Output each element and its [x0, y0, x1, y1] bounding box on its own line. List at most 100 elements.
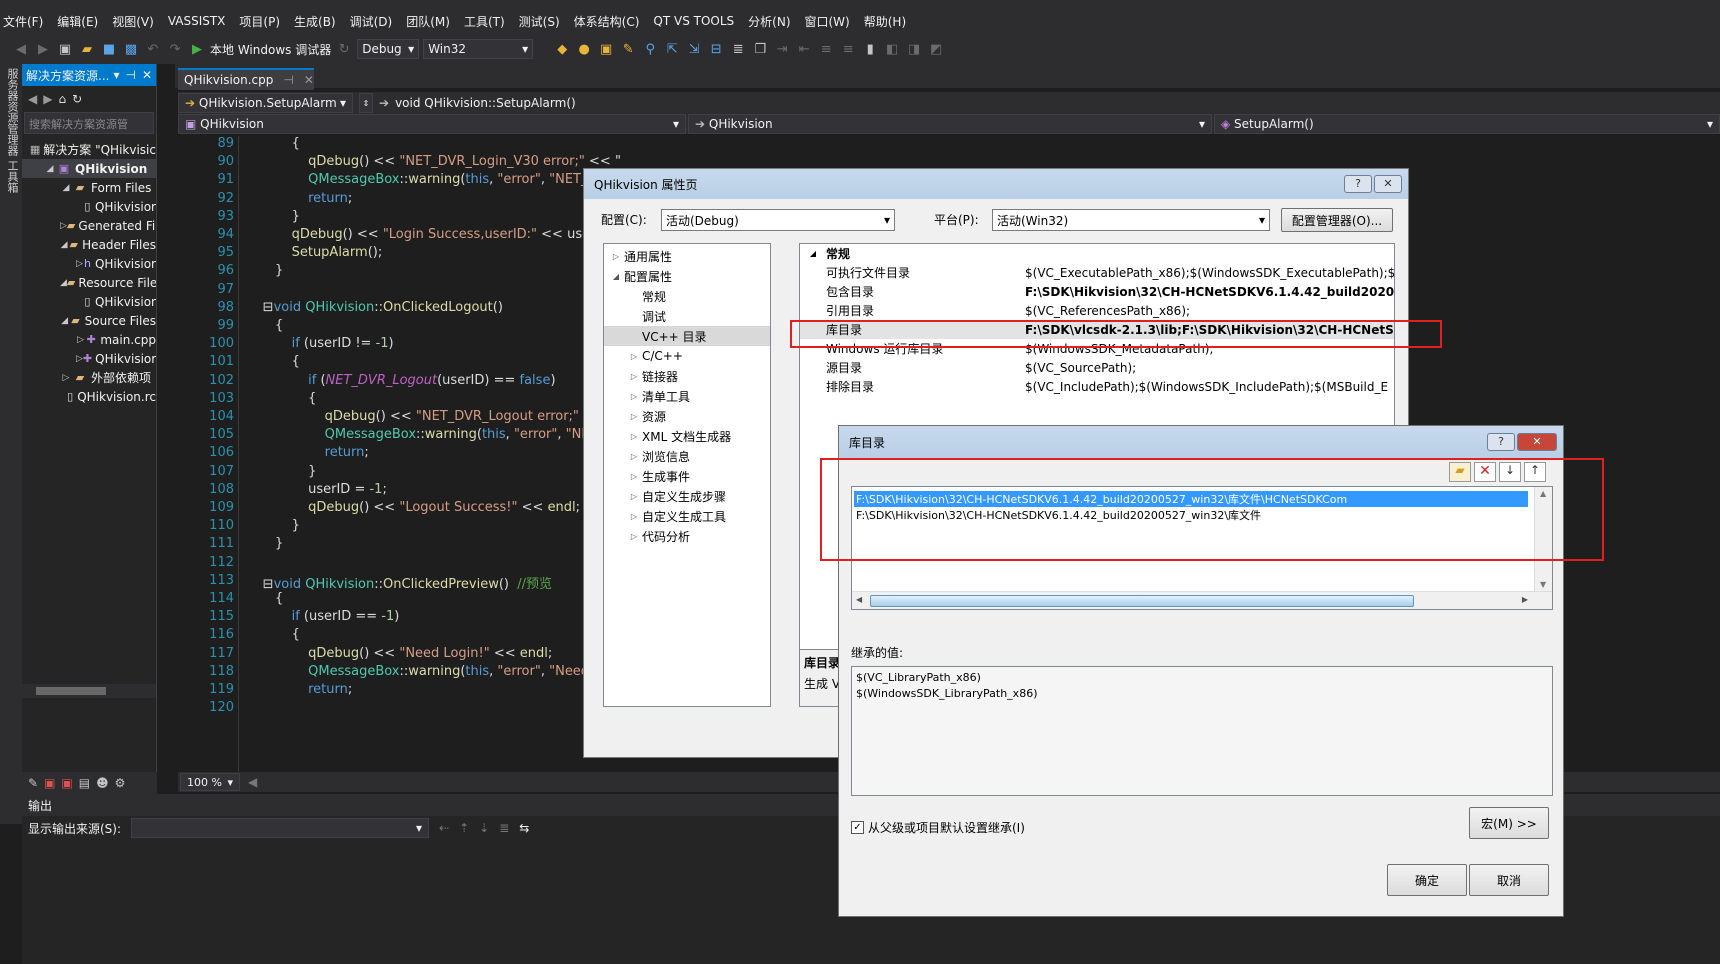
expand-arrow-icon[interactable]: ▷	[76, 259, 83, 269]
menu-item[interactable]: 分析(N)	[745, 13, 801, 30]
tab-qhikvision-cpp[interactable]: QHikvision.cpp ⊣ ✕	[178, 68, 314, 90]
solution-platform-select[interactable]: Win32 ▾	[423, 39, 534, 59]
property-row[interactable]: 引用目录 $(VC_ReferencesPath_x86);	[800, 301, 1394, 320]
dropdown-icon[interactable]: ▾	[113, 68, 119, 82]
property-tree-item[interactable]: ▷ 自定义生成步骤	[604, 486, 770, 506]
expand-arrow-icon[interactable]: ▷	[626, 492, 642, 501]
property-tree-item[interactable]: ▷ 生成事件	[604, 466, 770, 486]
save-icon[interactable]: ■	[100, 40, 118, 58]
property-tree-item[interactable]: ▷ 清单工具	[604, 386, 770, 406]
macro-button[interactable]: 宏(M) >>	[1469, 807, 1549, 839]
expand-arrow-icon[interactable]: ▷	[626, 372, 642, 381]
open-file-icon[interactable]: ▰	[78, 40, 96, 58]
tree-item[interactable]: ▷ ▰ Generated Fil	[22, 216, 156, 235]
qt-icon[interactable]: ●	[575, 40, 593, 58]
pin-icon[interactable]: ⊣	[125, 68, 135, 82]
class-view-icon[interactable]: ▣	[44, 776, 55, 790]
copy-icon[interactable]: ❐	[751, 40, 769, 58]
pin-icon[interactable]: ✎	[619, 40, 637, 58]
outline-icon[interactable]: ⊟	[707, 40, 725, 58]
member-nav-select[interactable]: ➔ QHikvision.SetupAlarm ▾	[178, 93, 353, 113]
property-row[interactable]: 排除目录 $(VC_IncludePath);$(WindowsSDK_Inclu…	[800, 377, 1394, 396]
step-icon[interactable]: ⇲	[685, 40, 703, 58]
expand-arrow-icon[interactable]: ▷	[76, 335, 85, 345]
tree-item[interactable]: ▦ 解决方案 "QHikvisic	[22, 140, 156, 159]
tree-item[interactable]: ◢ ▰ Resource File	[22, 273, 156, 292]
scroll-right-icon[interactable]: ▶	[1522, 595, 1528, 604]
bookmark-toggle-icon[interactable]: ▮	[861, 40, 879, 58]
start-debug-icon[interactable]: ▶	[188, 40, 206, 58]
close-button[interactable]: ✕	[1517, 433, 1557, 451]
team-icon[interactable]: ☻	[96, 776, 109, 790]
toolbox-tab[interactable]: 工具箱	[4, 160, 20, 193]
menu-item[interactable]: QT VS TOOLS	[650, 14, 745, 28]
server-explorer-tab[interactable]: 服务器资源管理器	[4, 68, 20, 156]
bookmark-prev-icon[interactable]: ◧	[883, 40, 901, 58]
find-message-icon[interactable]: ⇠	[439, 821, 449, 835]
property-tree-item[interactable]: ▷ 通用属性	[604, 246, 770, 266]
previous-message-icon[interactable]: ⇡	[459, 821, 469, 835]
new-project-icon[interactable]: ▣	[56, 40, 74, 58]
scrollbar-thumb[interactable]	[870, 595, 1414, 607]
property-row[interactable]: 包含目录 F:\SDK\Hikvision\32\CH-HCNetSDKV6.1.…	[800, 282, 1394, 301]
uncomment-icon[interactable]: ≡	[839, 40, 857, 58]
expand-arrow-icon[interactable]: ▷	[626, 512, 642, 521]
menu-item[interactable]: 体系结构(C)	[571, 13, 651, 30]
menu-item[interactable]: 测试(S)	[516, 13, 571, 30]
move-icon[interactable]: ⇱	[663, 40, 681, 58]
project-scope-select[interactable]: ▣ QHikvision ▾	[178, 114, 686, 134]
scroll-left-icon[interactable]: ◀	[248, 775, 257, 789]
menu-item[interactable]: VASSISTX	[165, 14, 237, 28]
menu-item[interactable]: 项目(P)	[236, 13, 291, 30]
expand-arrow-icon[interactable]: ▷	[626, 432, 642, 441]
property-row[interactable]: 源目录 $(VC_SourcePath);	[800, 358, 1394, 377]
menu-item[interactable]: 团队(M)	[403, 13, 461, 30]
solution-config-select[interactable]: Debug ▾	[357, 39, 420, 59]
expand-arrow-icon[interactable]: ▷	[626, 472, 642, 481]
expand-arrow-icon[interactable]: ◢	[60, 278, 67, 288]
home-icon[interactable]: ⌂	[58, 92, 66, 106]
list-horizontal-scrollbar[interactable]: ◀ ▶	[852, 591, 1552, 609]
expand-arrow-icon[interactable]: ▷	[60, 373, 72, 383]
menu-item[interactable]: 调试(D)	[347, 13, 404, 30]
inherit-checkbox-row[interactable]: ✓ 从父级或项目默认设置继承(I)	[851, 819, 1025, 836]
menu-item[interactable]: 编辑(E)	[54, 13, 109, 30]
outdent-icon[interactable]: ⇤	[795, 40, 813, 58]
tree-item[interactable]: ▷ ✚ main.cpp	[22, 330, 156, 349]
zoom-select[interactable]: 100 % ▾	[180, 773, 240, 791]
config-manager-button[interactable]: 配置管理器(O)...	[1281, 208, 1393, 232]
config-select[interactable]: 活动(Debug) ▾	[661, 209, 895, 231]
expand-arrow-icon[interactable]: ◢	[60, 240, 68, 250]
close-icon[interactable]: ✕	[304, 73, 314, 87]
cancel-button[interactable]: 取消	[1469, 864, 1549, 896]
expand-arrow-icon[interactable]: ▷	[626, 532, 642, 541]
tree-item[interactable]: ◢ ▣ QHikvision	[22, 159, 156, 178]
tree-item[interactable]: ▯ QHikvision.rc	[22, 387, 156, 406]
word-wrap-icon[interactable]: ⇆	[519, 821, 529, 835]
forward-icon[interactable]: ▶	[43, 92, 52, 106]
property-tree-item[interactable]: ▷ 代码分析	[604, 526, 770, 546]
back-icon[interactable]: ◀	[28, 92, 37, 106]
expand-arrow-icon[interactable]: ◢	[60, 316, 69, 326]
expand-arrow-icon[interactable]: ▷	[76, 354, 83, 364]
menu-item[interactable]: 帮助(H)	[861, 13, 917, 30]
redo-icon[interactable]: ↷	[166, 40, 184, 58]
output-source-select[interactable]: ▾	[131, 818, 430, 838]
solution-horizontal-scrollbar[interactable]	[22, 684, 156, 698]
sync-icon[interactable]: ↻	[72, 92, 82, 106]
expand-arrow-icon[interactable]: ▷	[626, 392, 642, 401]
tree-item[interactable]: ▷ h QHikvisior	[22, 254, 156, 273]
property-tree-item[interactable]: ▷ 自定义生成工具	[604, 506, 770, 526]
solution-view-icon[interactable]: ▤	[79, 776, 90, 790]
help-button[interactable]: ?	[1487, 433, 1515, 451]
bookmark-clear-icon[interactable]: ◩	[927, 40, 945, 58]
menu-item[interactable]: 窗口(W)	[802, 13, 861, 30]
indent-icon[interactable]: ⇥	[773, 40, 791, 58]
menu-item[interactable]: 工具(T)	[461, 13, 516, 30]
property-tree-item[interactable]: ◢ 配置属性	[604, 266, 770, 286]
properties-icon[interactable]: ✎	[28, 776, 38, 790]
property-tree-item[interactable]: ▷ 浏览信息	[604, 446, 770, 466]
help-button[interactable]: ?	[1344, 175, 1372, 193]
undo-icon[interactable]: ↶	[144, 40, 162, 58]
bookmark-icon[interactable]: ▣	[597, 40, 615, 58]
